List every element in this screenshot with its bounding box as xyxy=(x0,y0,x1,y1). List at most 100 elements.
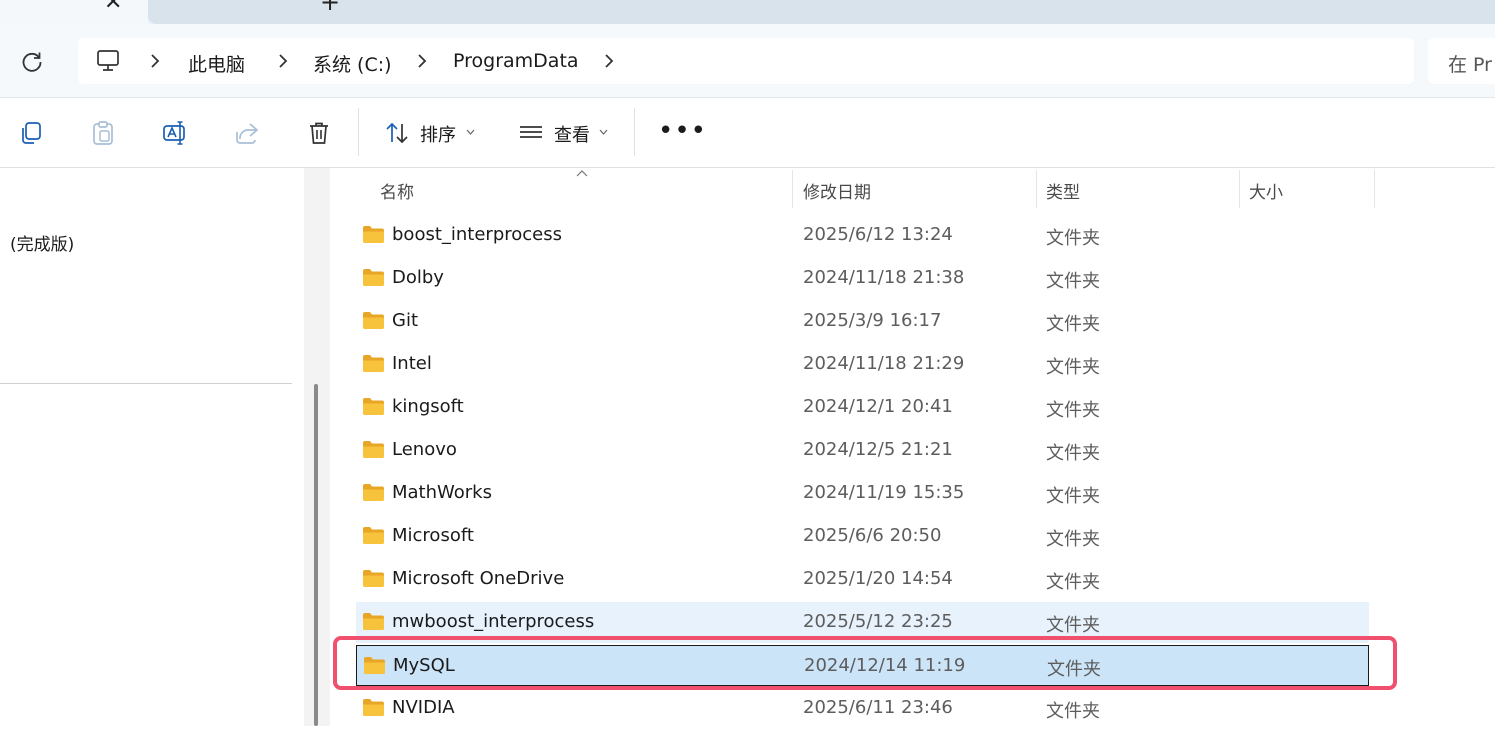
file-name: NVIDIA xyxy=(392,697,455,718)
file-list-row[interactable]: Lenovo 2024/12/5 21:21 文件夹 xyxy=(356,430,1369,471)
file-modified-date: 2025/6/12 13:24 xyxy=(803,224,953,245)
new-tab-icon[interactable]: + xyxy=(320,0,340,16)
search-input[interactable]: 在 Pr xyxy=(1428,38,1495,84)
file-list-row[interactable]: Git 2025/3/9 16:17 文件夹 xyxy=(356,301,1369,342)
file-type: 文件夹 xyxy=(1046,443,1100,464)
folder-icon xyxy=(363,527,384,544)
refresh-icon[interactable] xyxy=(18,48,46,76)
folder-icon xyxy=(363,441,384,458)
file-type: 文件夹 xyxy=(1046,486,1100,507)
navigation-pane: (完成版) xyxy=(0,168,304,726)
view-icon[interactable] xyxy=(518,120,544,146)
scrollbar-thumb[interactable] xyxy=(314,384,318,726)
chevron-down-icon[interactable] xyxy=(466,129,475,135)
file-modified-date: 2024/12/1 20:41 xyxy=(803,396,953,417)
file-list-row[interactable]: NVIDIA 2025/6/11 23:46 文件夹 xyxy=(356,688,1369,729)
column-divider[interactable] xyxy=(1374,170,1375,208)
file-list-row[interactable]: Microsoft OneDrive 2025/1/20 14:54 文件夹 xyxy=(356,559,1369,600)
file-type: 文件夹 xyxy=(1046,314,1100,335)
address-bar[interactable]: 此电脑 系统 (C:) ProgramData xyxy=(78,38,1414,84)
paste-icon[interactable] xyxy=(90,120,116,146)
close-tab-icon[interactable]: ✕ xyxy=(104,0,122,15)
file-list-row[interactable]: Dolby 2024/11/18 21:38 文件夹 xyxy=(356,258,1369,299)
chevron-right-icon[interactable] xyxy=(276,52,290,70)
more-options-icon[interactable]: ••• xyxy=(658,116,707,146)
active-tab[interactable]: ✕ xyxy=(0,0,148,24)
file-list-row[interactable]: Microsoft 2025/6/6 20:50 文件夹 xyxy=(356,516,1369,557)
sort-ascending-icon xyxy=(576,170,588,177)
file-modified-date: 2025/1/20 14:54 xyxy=(803,568,953,589)
column-divider[interactable] xyxy=(1036,170,1037,208)
breadcrumb-this-pc[interactable]: 此电脑 xyxy=(188,50,245,77)
file-modified-date: 2025/6/11 23:46 xyxy=(803,697,953,718)
file-type: 文件夹 xyxy=(1046,615,1100,636)
rename-icon[interactable] xyxy=(162,120,188,146)
file-name: Dolby xyxy=(392,267,444,288)
folder-icon xyxy=(363,226,384,243)
file-modified-date: 2025/6/6 20:50 xyxy=(803,525,942,546)
file-modified-date: 2025/5/12 23:25 xyxy=(803,611,953,632)
toolbar-divider xyxy=(358,108,359,156)
chevron-right-icon[interactable] xyxy=(602,52,616,70)
folder-icon xyxy=(363,570,384,587)
file-name: Microsoft OneDrive xyxy=(392,568,565,589)
toolbar-divider xyxy=(634,108,635,156)
file-list-row[interactable]: MySQL 2024/12/14 11:19 文件夹 xyxy=(356,645,1369,686)
file-modified-date: 2024/12/14 11:19 xyxy=(804,655,966,676)
copy-icon[interactable] xyxy=(18,120,44,146)
sort-button[interactable]: 排序 xyxy=(420,121,456,147)
file-name: mwboost_interprocess xyxy=(392,611,595,632)
file-list-row[interactable]: MathWorks 2024/11/19 15:35 文件夹 xyxy=(356,473,1369,514)
chevron-down-icon[interactable] xyxy=(599,129,608,135)
file-name: Microsoft xyxy=(392,525,474,546)
file-list-row[interactable]: boost_interprocess 2025/6/12 13:24 文件夹 xyxy=(356,215,1369,256)
file-type: 文件夹 xyxy=(1046,357,1100,378)
folder-icon xyxy=(363,398,384,415)
search-placeholder: 在 Pr xyxy=(1448,54,1492,76)
folder-icon xyxy=(363,613,384,630)
file-modified-date: 2024/11/18 21:38 xyxy=(803,267,965,288)
file-type: 文件夹 xyxy=(1046,400,1100,421)
folder-icon xyxy=(363,699,384,716)
file-name: boost_interprocess xyxy=(392,224,562,245)
tab-strip: ✕ + xyxy=(0,0,1495,24)
column-header-date[interactable]: 修改日期 xyxy=(803,178,871,203)
sort-icon[interactable] xyxy=(384,120,410,146)
file-type: 文件夹 xyxy=(1046,228,1100,249)
folder-icon xyxy=(363,355,384,372)
file-name: kingsoft xyxy=(392,396,464,417)
command-bar: 排序 查看 ••• xyxy=(0,98,1495,168)
file-modified-date: 2025/3/9 16:17 xyxy=(803,310,942,331)
folder-icon xyxy=(363,312,384,329)
view-button[interactable]: 查看 xyxy=(554,121,590,147)
tab-strip-background: + xyxy=(148,0,1495,24)
column-divider[interactable] xyxy=(1239,170,1240,208)
file-name: Git xyxy=(392,310,419,331)
address-row: 此电脑 系统 (C:) ProgramData 在 Pr xyxy=(0,24,1495,98)
file-name: MathWorks xyxy=(392,482,492,503)
column-divider[interactable] xyxy=(792,170,793,208)
delete-icon[interactable] xyxy=(306,120,332,146)
folder-icon xyxy=(363,269,384,286)
file-type: 文件夹 xyxy=(1046,701,1100,722)
column-header-size[interactable]: 大小 xyxy=(1249,178,1283,203)
file-list-row[interactable]: kingsoft 2024/12/1 20:41 文件夹 xyxy=(356,387,1369,428)
share-icon[interactable] xyxy=(234,120,260,146)
file-list-row[interactable]: Intel 2024/11/18 21:29 文件夹 xyxy=(356,344,1369,385)
chevron-right-icon[interactable] xyxy=(415,52,429,70)
folder-icon xyxy=(363,484,384,501)
column-header-type[interactable]: 类型 xyxy=(1046,178,1080,203)
file-name: Intel xyxy=(392,353,432,374)
nav-divider xyxy=(0,383,292,384)
column-header-name[interactable]: 名称 xyxy=(380,178,414,203)
nav-item[interactable]: (完成版) xyxy=(10,230,74,255)
computer-icon xyxy=(97,50,119,71)
breadcrumb-system-drive[interactable]: 系统 (C:) xyxy=(313,50,392,77)
folder-icon xyxy=(364,657,385,674)
file-name: MySQL xyxy=(393,655,455,676)
file-list-row[interactable]: mwboost_interprocess 2025/5/12 23:25 文件夹 xyxy=(356,602,1369,643)
file-type: 文件夹 xyxy=(1046,572,1100,593)
breadcrumb-programdata[interactable]: ProgramData xyxy=(453,50,579,72)
file-modified-date: 2024/11/19 15:35 xyxy=(803,482,965,503)
chevron-right-icon[interactable] xyxy=(148,52,162,70)
